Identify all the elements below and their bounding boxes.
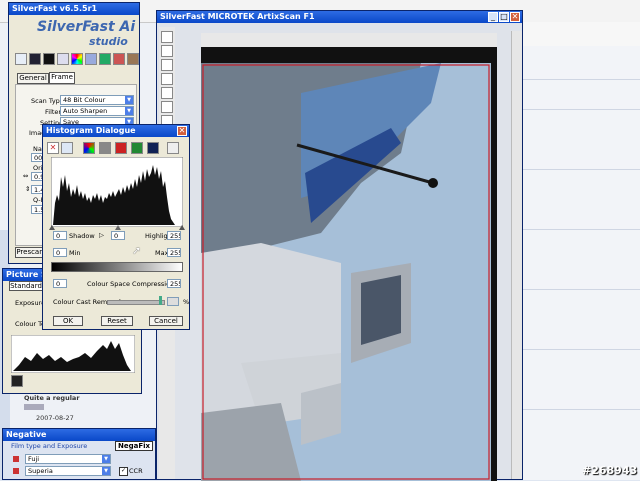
max-field[interactable]: 255 bbox=[167, 248, 181, 257]
film-section-label: Film type and Exposure bbox=[11, 442, 88, 450]
scan-title: SilverFast MICROTEK ArtixScan F1 bbox=[160, 12, 315, 21]
cast-removal-field[interactable] bbox=[167, 297, 179, 306]
tab-standard[interactable]: Standard bbox=[9, 281, 43, 291]
forum-date: 2007-08-27 bbox=[36, 414, 74, 422]
mouse-cursor-icon: ➚ bbox=[132, 244, 142, 257]
ccc-right-field[interactable]: 255 bbox=[167, 279, 181, 288]
height-arrow-icon: ⇕ bbox=[25, 185, 31, 193]
highlight-marker[interactable] bbox=[179, 225, 185, 230]
negafix-logo: NegaFix bbox=[115, 441, 154, 451]
forum-icons bbox=[24, 404, 44, 410]
width-arrow-icon: ⇔ bbox=[23, 172, 29, 180]
refresh-icon[interactable] bbox=[61, 142, 73, 154]
tool-crop-icon[interactable] bbox=[161, 101, 173, 113]
tool-flip-icon[interactable] bbox=[161, 73, 173, 85]
green-channel-icon[interactable] bbox=[131, 142, 143, 154]
ccr-checkbox[interactable]: ✓ bbox=[119, 467, 128, 476]
main-histogram bbox=[51, 157, 183, 227]
histogram-title: Histogram Dialogue bbox=[46, 126, 136, 135]
midtone-marker[interactable] bbox=[115, 225, 121, 230]
tool-help-icon[interactable] bbox=[161, 45, 173, 57]
negative-window: Negative Film type and Exposure NegaFix … bbox=[2, 428, 156, 480]
tab-general[interactable]: General bbox=[17, 73, 49, 84]
histogram-close-button[interactable]: ✕ bbox=[177, 126, 187, 136]
histogram-chart-icon[interactable] bbox=[167, 142, 179, 154]
red-channel-icon[interactable] bbox=[115, 142, 127, 154]
reset-icon[interactable]: ✕ bbox=[47, 142, 59, 154]
ok-button[interactable]: OK bbox=[53, 316, 83, 326]
forum-user-rank: Quite a regular bbox=[24, 394, 80, 402]
background-rows bbox=[520, 46, 640, 480]
ccr-label: CCR bbox=[129, 467, 143, 475]
negative-titlebar[interactable]: Negative bbox=[3, 429, 155, 441]
reset-button[interactable]: Reset bbox=[101, 316, 133, 326]
histogram-titlebar[interactable]: Histogram Dialogue bbox=[43, 125, 189, 137]
settings-icon[interactable] bbox=[113, 53, 125, 65]
tool-plus-icon[interactable] bbox=[161, 87, 173, 99]
silverfast-logo: SilverFast Ai studio bbox=[27, 17, 137, 51]
exposure-label: Exposure bbox=[15, 299, 46, 307]
shadow-marker[interactable] bbox=[49, 225, 55, 230]
film-type-icon bbox=[13, 468, 19, 474]
preview-scrollbar[interactable] bbox=[511, 31, 522, 479]
highlight-field[interactable]: 255 bbox=[167, 231, 181, 240]
min-label: Min bbox=[69, 249, 81, 257]
mini-histogram bbox=[11, 335, 135, 373]
close-button[interactable]: ✕ bbox=[510, 12, 520, 22]
forum-post-area: Quite a regular 2007-08-27 bbox=[22, 392, 156, 426]
selective-colour-icon[interactable] bbox=[85, 53, 97, 65]
gradation-icon[interactable] bbox=[57, 53, 69, 65]
film-type-select[interactable]: Superia bbox=[25, 466, 111, 476]
logo-line1: SilverFast Ai bbox=[37, 19, 136, 35]
tab-frame[interactable]: Frame bbox=[49, 72, 75, 84]
filter-select[interactable]: Auto Sharpen bbox=[60, 106, 134, 116]
minimize-button[interactable]: _ bbox=[488, 12, 498, 22]
sharpen-icon[interactable] bbox=[99, 53, 111, 65]
cast-removal-slider[interactable] bbox=[107, 300, 165, 305]
preview-image bbox=[201, 33, 497, 481]
chart-icon[interactable] bbox=[11, 375, 23, 387]
shadow-label: Shadow bbox=[69, 232, 95, 240]
min-field[interactable]: 0 bbox=[53, 248, 67, 257]
silverfast-title: SilverFast v6.5.5r1 bbox=[12, 4, 98, 13]
zoom-icon[interactable] bbox=[15, 53, 27, 65]
scan-type-select[interactable]: 48 Bit Colour bbox=[60, 95, 134, 105]
silverfast-titlebar[interactable]: SilverFast v6.5.5r1 bbox=[9, 3, 139, 15]
midtone-field[interactable]: 0 bbox=[111, 231, 125, 240]
histogram-icon[interactable] bbox=[43, 53, 55, 65]
rgb-icon[interactable] bbox=[83, 142, 95, 154]
scan-titlebar[interactable]: SilverFast MICROTEK ArtixScan F1 bbox=[157, 11, 522, 23]
grey-channel-icon[interactable] bbox=[99, 142, 111, 154]
cancel-button[interactable]: Cancel bbox=[149, 316, 183, 326]
scan-window: SilverFast MICROTEK ArtixScan F1 _ □ ✕ bbox=[156, 10, 523, 481]
tool-info-icon[interactable] bbox=[161, 31, 173, 43]
histogram-dialog: Histogram Dialogue ✕ ✕ 0 Shadow ▷ 0 High… bbox=[42, 124, 190, 330]
background-toolbar-strip bbox=[520, 22, 640, 47]
tool-rotate-icon[interactable] bbox=[161, 59, 173, 71]
cast-unit-label: % bbox=[183, 298, 190, 306]
ccc-label: Colour Space Compression bbox=[87, 280, 175, 288]
prescan-button[interactable]: Prescan bbox=[15, 247, 45, 258]
autoadjust-icon[interactable] bbox=[29, 53, 41, 65]
user-icon[interactable] bbox=[127, 53, 139, 65]
midtone-arrow-icon: ▷ bbox=[99, 231, 104, 239]
watermark: #268943 bbox=[582, 464, 638, 477]
cast-removal-thumb[interactable] bbox=[159, 296, 162, 305]
logo-line2: studio bbox=[89, 35, 128, 48]
film-brand-icon bbox=[13, 456, 19, 462]
shadow-field[interactable]: 0 bbox=[53, 231, 67, 240]
gradient-bar bbox=[51, 262, 183, 272]
ccc-left-field[interactable]: 0 bbox=[53, 279, 67, 288]
blue-channel-icon[interactable] bbox=[147, 142, 159, 154]
colour-wheel-icon[interactable] bbox=[71, 53, 83, 65]
maximize-button[interactable]: □ bbox=[499, 12, 509, 22]
negative-title: Negative bbox=[6, 430, 47, 439]
film-brand-select[interactable]: Fuji bbox=[25, 454, 111, 464]
